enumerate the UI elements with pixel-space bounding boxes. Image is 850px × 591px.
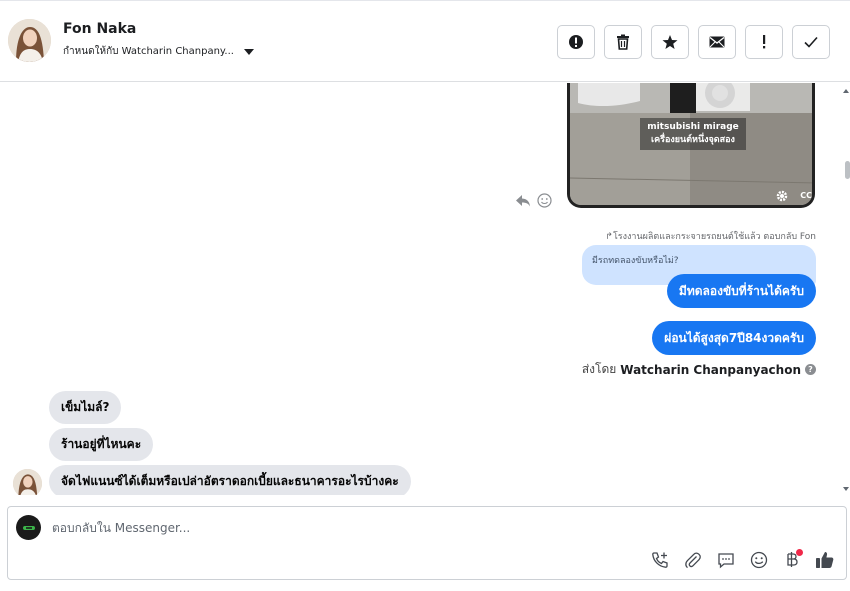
sent-by-prefix: ส่งโดย [581, 362, 617, 376]
incoming-message[interactable]: ร้านอยู่ที่ไหนคะ [49, 428, 154, 461]
reply-small-icon: ↱ [605, 232, 613, 242]
trash-icon [617, 34, 629, 50]
message-hover-actions [515, 193, 552, 208]
notification-dot [796, 549, 803, 556]
reply-context: ↱โรงงานผลิตและกระจายรถยนต์ใช้แล้ว ตอบกลั… [605, 229, 816, 243]
video-attachment[interactable]: mitsubishi mirage เครื่องยนต์หนึ่งจุดสอง… [567, 83, 815, 208]
envelope-icon [709, 36, 725, 48]
thumbs-up-icon [816, 552, 834, 568]
contact-avatar[interactable] [8, 19, 51, 62]
page-avatar [16, 515, 41, 540]
payment-button[interactable] [781, 549, 803, 571]
add-call-button[interactable] [649, 549, 671, 571]
incoming-message[interactable]: เข็มไมล์? [49, 391, 122, 424]
smiley-react-icon[interactable] [537, 193, 552, 208]
scroll-down-arrow-icon[interactable] [843, 487, 849, 491]
closed-caption-icon[interactable]: CC [800, 191, 812, 200]
contact-name: Fon Naka [63, 21, 137, 37]
chevron-down-icon[interactable] [243, 48, 254, 55]
quoted-message-text: มีรถทดลองขับหรือไม่? [592, 256, 679, 266]
assignee-selector[interactable]: กำหนดให้กับ Watcharin Chanpany... [63, 44, 254, 59]
inbox-conversation-window: Fon Naka กำหนดให้กับ Watcharin Chanpany.… [0, 0, 850, 591]
sent-by-info: ส่งโดย Watcharin Chanpanyachon ? [582, 360, 816, 379]
outgoing-message-text: มีทดลองขับที่ร้านได้ครับ [678, 283, 804, 298]
outgoing-message-text: ผ่อนได้สูงสุด7ปี84งวดครับ [664, 330, 804, 345]
attach-file-button[interactable] [682, 549, 704, 571]
video-caption: mitsubishi mirage เครื่องยนต์หนึ่งจุดสอง [640, 118, 746, 150]
scroll-thumb[interactable] [845, 161, 850, 179]
phone-plus-icon [652, 552, 668, 568]
mark-unread-button[interactable] [698, 25, 736, 59]
help-icon[interactable]: ? [805, 364, 816, 375]
conversation-header: Fon Naka กำหนดให้กับ Watcharin Chanpany.… [0, 0, 850, 82]
incoming-message-text: เข็มไมล์? [61, 400, 110, 414]
delete-button[interactable] [604, 25, 642, 59]
saved-replies-button[interactable] [715, 549, 737, 571]
outgoing-message[interactable]: มีทดลองขับที่ร้านได้ครับ [666, 274, 816, 308]
incoming-message-text: จัดไฟแนนซ์ได้เต็มหรือเปล่าอัตราดอกเบี้ยแ… [61, 474, 399, 488]
outgoing-message[interactable]: ผ่อนได้สูงสุด7ปี84งวดครับ [652, 321, 816, 355]
video-caption-line2: เครื่องยนต์หนึ่งจุดสอง [651, 135, 735, 145]
gear-icon[interactable] [776, 190, 788, 202]
thread-scrollbar[interactable] [842, 83, 850, 495]
contact-avatar-small [13, 469, 42, 495]
follow-up-button[interactable] [745, 25, 783, 59]
incoming-message-text: ร้านอยู่ที่ไหนคะ [61, 437, 142, 451]
sent-by-name: Watcharin Chanpanyachon [620, 362, 801, 377]
exclamation-icon [763, 35, 766, 49]
video-controls: CC [570, 187, 812, 205]
alert-circle-icon [569, 35, 583, 49]
chat-bubble-icon [718, 553, 734, 569]
assignee-label: กำหนดให้กับ Watcharin Chanpany... [63, 46, 234, 57]
star-button[interactable] [651, 25, 689, 59]
star-icon [662, 35, 678, 49]
incoming-message[interactable]: จัดไฟแนนซ์ได้เต็มหรือเปล่าอัตราดอกเบี้ยแ… [49, 465, 411, 495]
smiley-icon [750, 551, 768, 569]
message-thread[interactable]: mitsubishi mirage เครื่องยนต์หนึ่งจุดสอง… [0, 83, 850, 495]
scroll-up-arrow-icon[interactable] [843, 89, 849, 93]
emoji-button[interactable] [748, 549, 770, 571]
like-button[interactable] [814, 549, 836, 571]
reply-composer [7, 506, 847, 580]
done-button[interactable] [792, 25, 830, 59]
header-actions [557, 25, 830, 59]
message-input[interactable] [52, 517, 752, 539]
video-caption-line1: mitsubishi mirage [647, 122, 739, 132]
spam-button[interactable] [557, 25, 595, 59]
reply-arrow-icon[interactable] [515, 194, 531, 207]
paperclip-icon [685, 552, 701, 569]
reply-context-text: โรงงานผลิตและกระจายรถยนต์ใช้แล้ว ตอบกลับ… [612, 232, 816, 242]
checkmark-icon [804, 36, 818, 48]
composer-tools [649, 549, 836, 571]
